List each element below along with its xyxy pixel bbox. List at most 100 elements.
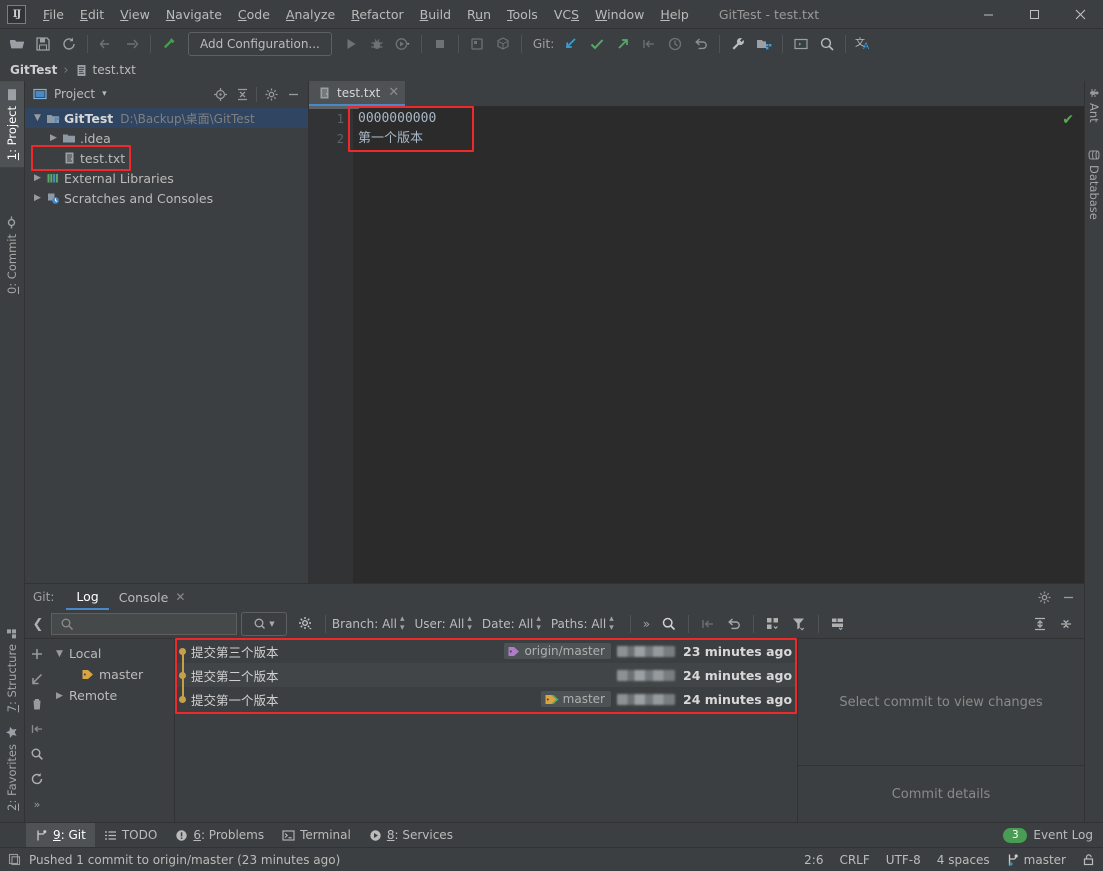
editor-scrollbar-top[interactable] xyxy=(309,106,359,109)
collapse-all-icon[interactable] xyxy=(1053,613,1079,635)
search-icon[interactable] xyxy=(656,613,682,635)
breadcrumb-project[interactable]: GitTest xyxy=(10,63,57,77)
checkout-icon[interactable] xyxy=(26,668,48,690)
caret-position[interactable]: 2:6 xyxy=(804,853,823,867)
chevron-left-icon[interactable]: ❮ xyxy=(25,617,51,632)
run-icon[interactable] xyxy=(338,32,364,56)
layout-icon[interactable] xyxy=(825,613,851,635)
event-log-button[interactable]: 3 Event Log xyxy=(1003,827,1093,843)
gear-icon[interactable] xyxy=(260,84,282,104)
filter-branch[interactable]: Branch: All ▴ ▾ xyxy=(332,615,405,633)
open-folder-icon[interactable] xyxy=(4,32,30,56)
sidebar-item-structure[interactable]: 7: Structure xyxy=(0,620,24,719)
commit-list[interactable]: 提交第三个版本 origin/master 23 minutes ago 提交第… xyxy=(175,638,798,822)
inspection-status-icon[interactable]: ✔ xyxy=(1062,112,1074,128)
sidebar-item-database[interactable]: Database xyxy=(1085,143,1103,226)
history-icon[interactable] xyxy=(662,32,688,56)
chevron-right-icon[interactable]: ▶ xyxy=(31,193,44,203)
commit-ref-master[interactable]: master xyxy=(540,691,611,707)
maximize-button[interactable] xyxy=(1011,0,1057,28)
menu-build[interactable]: Build xyxy=(412,4,459,25)
cherry-pick-icon[interactable] xyxy=(695,613,721,635)
chevron-down-icon[interactable]: ▾ xyxy=(102,89,107,99)
show-diff-icon[interactable] xyxy=(760,613,786,635)
settings-wrench-icon[interactable] xyxy=(725,32,751,56)
menu-code[interactable]: Code xyxy=(230,4,278,25)
branch-group-remote[interactable]: ▶ Remote xyxy=(49,685,174,706)
lock-icon[interactable] xyxy=(1082,853,1095,866)
hide-icon[interactable] xyxy=(282,84,304,104)
stop-icon[interactable] xyxy=(427,32,453,56)
search-dropdown-button[interactable]: ▼ xyxy=(240,612,287,636)
search-everywhere-icon[interactable] xyxy=(814,32,840,56)
close-icon[interactable]: ✕ xyxy=(388,85,399,100)
gear-icon[interactable] xyxy=(1032,586,1056,608)
rollback-icon[interactable] xyxy=(688,32,714,56)
locate-icon[interactable] xyxy=(209,84,231,104)
merge-icon[interactable] xyxy=(26,718,48,740)
menu-vcs[interactable]: VCS xyxy=(546,4,587,25)
back-arrow-icon[interactable] xyxy=(93,32,119,56)
close-icon[interactable]: ✕ xyxy=(175,590,185,604)
line-separator[interactable]: CRLF xyxy=(839,853,869,867)
commit-row[interactable]: 提交第一个版本 master 24 minutes ago xyxy=(175,687,797,711)
tree-node-gittest[interactable]: ▼ GitTest D:\Backup\桌面\GitTest xyxy=(25,108,308,128)
more-icon[interactable]: » xyxy=(26,793,48,815)
indent-setting[interactable]: 4 spaces xyxy=(937,853,990,867)
tool-window-todo[interactable]: TODO xyxy=(95,823,166,847)
commit-row[interactable]: 提交第二个版本 24 minutes ago xyxy=(175,663,797,687)
commit-row[interactable]: 提交第三个版本 origin/master 23 minutes ago xyxy=(175,639,797,663)
filter-date[interactable]: Date: All ▴ ▾ xyxy=(482,615,541,633)
git-log-search-input[interactable] xyxy=(51,613,237,635)
rebase-icon[interactable] xyxy=(636,32,662,56)
commit-icon[interactable] xyxy=(584,32,610,56)
tool-window-git[interactable]: 9: Git xyxy=(26,823,95,847)
chevron-right-icon[interactable]: ▶ xyxy=(47,133,60,143)
tool-window-services[interactable]: 8: Services xyxy=(360,823,462,847)
git-log-settings-icon[interactable] xyxy=(293,613,319,635)
build-hammer-icon[interactable] xyxy=(156,32,182,56)
menu-navigate[interactable]: Navigate xyxy=(158,4,230,25)
tab-test-txt[interactable]: test.txt ✕ xyxy=(309,81,406,106)
push-icon[interactable] xyxy=(610,32,636,56)
debug-icon[interactable] xyxy=(364,32,390,56)
menu-run[interactable]: Run xyxy=(459,4,499,25)
chevron-right-icon[interactable]: ▶ xyxy=(31,173,44,183)
chevron-down-icon[interactable]: ▼ xyxy=(31,113,44,123)
save-all-icon[interactable] xyxy=(30,32,56,56)
sidebar-item-project[interactable]: 1: Project xyxy=(0,81,24,168)
editor-body[interactable]: 1 2 0000000000 第一个版本 ✔ xyxy=(309,106,1084,583)
sidebar-item-favorites[interactable]: 2: Favorites xyxy=(0,719,24,818)
filter-user[interactable]: User: All ▴ ▾ xyxy=(415,615,472,633)
refresh-icon[interactable] xyxy=(26,768,48,790)
tool-window-problems[interactable]: 6: Problems xyxy=(166,823,273,847)
branch-group-local[interactable]: ▼ Local xyxy=(49,643,174,664)
delete-icon[interactable] xyxy=(26,693,48,715)
expand-all-icon[interactable] xyxy=(1027,613,1053,635)
revert-icon[interactable] xyxy=(721,613,747,635)
forward-arrow-icon[interactable] xyxy=(119,32,145,56)
minimize-button[interactable] xyxy=(965,0,1011,28)
chevron-down-icon[interactable]: ▼ xyxy=(53,649,66,659)
breadcrumb-file[interactable]: test.txt xyxy=(93,63,136,77)
branch-master[interactable]: master xyxy=(49,664,174,685)
hide-icon[interactable] xyxy=(1056,586,1080,608)
menu-refactor[interactable]: Refactor xyxy=(343,4,411,25)
update-project-icon[interactable] xyxy=(558,32,584,56)
filter-overflow-button[interactable]: » xyxy=(637,617,656,631)
menu-tools[interactable]: Tools xyxy=(499,4,546,25)
sidebar-item-commit[interactable]: 0: Commit xyxy=(0,209,24,301)
tab-log[interactable]: Log xyxy=(66,584,109,610)
collapse-all-icon[interactable] xyxy=(231,84,253,104)
filter-paths[interactable]: Paths: All ▴ ▾ xyxy=(551,615,614,633)
tree-node-idea[interactable]: ▶ .idea xyxy=(25,128,308,148)
project-structure-icon[interactable] xyxy=(751,32,777,56)
file-encoding[interactable]: UTF-8 xyxy=(886,853,921,867)
chevron-right-icon[interactable]: ▶ xyxy=(53,691,66,701)
menu-help[interactable]: Help xyxy=(652,4,697,25)
translate-icon[interactable]: 文A xyxy=(851,32,877,56)
menu-view[interactable]: View xyxy=(112,4,158,25)
menu-file[interactable]: File xyxy=(35,4,72,25)
tree-node-test-txt[interactable]: test.txt xyxy=(25,145,308,171)
add-icon[interactable] xyxy=(26,643,48,665)
